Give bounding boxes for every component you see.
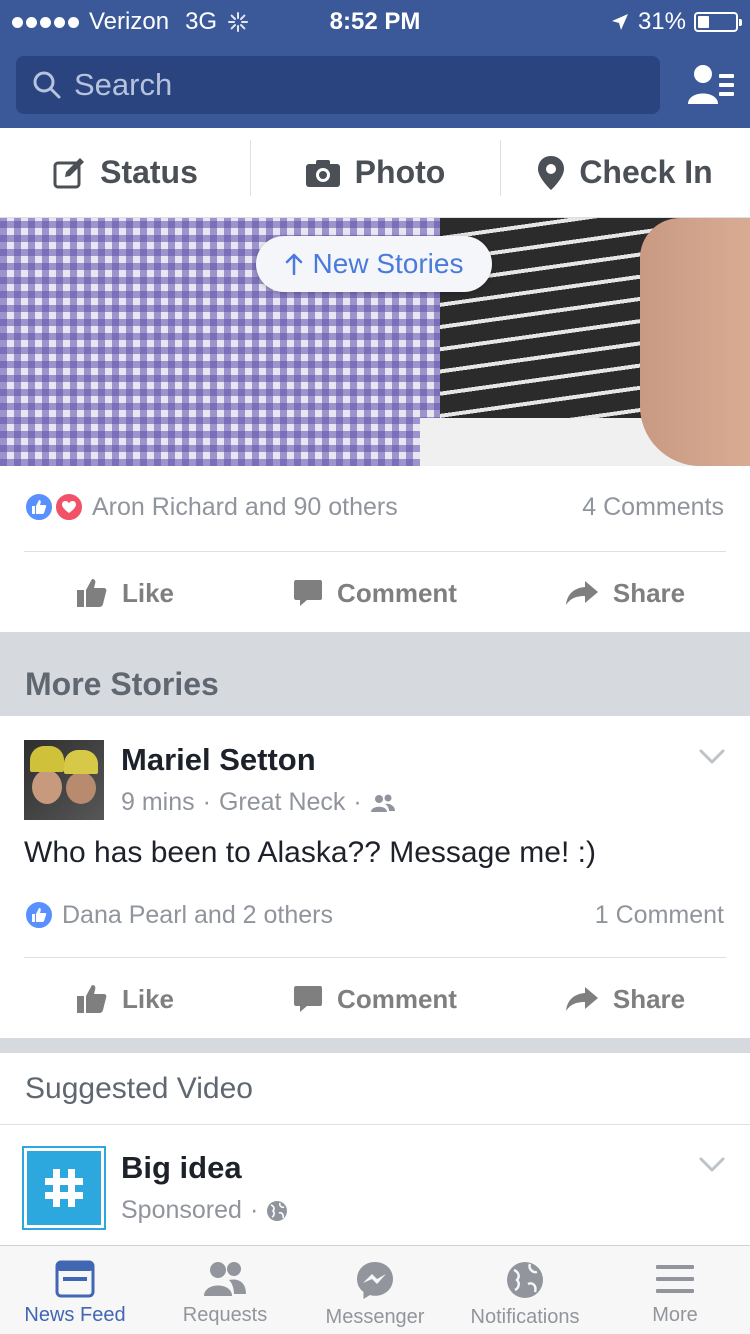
check-in-label: Check In: [579, 154, 713, 190]
menu-icon: [656, 1265, 694, 1293]
search-input[interactable]: Search: [16, 56, 660, 114]
avatar[interactable]: [24, 740, 104, 820]
post-actions: Like Comment Share: [0, 959, 750, 1039]
like-label: Like: [121, 577, 175, 608]
thumbs-up-icon: [76, 985, 107, 1013]
check-in-button[interactable]: Check In: [500, 128, 750, 217]
reactions-text: Dana Pearl and 2 others: [62, 900, 334, 929]
tab-label: Messenger: [325, 1306, 425, 1328]
hashtag-icon: [45, 1169, 83, 1207]
like-button[interactable]: Like: [0, 553, 250, 633]
photo-button[interactable]: Photo: [250, 128, 500, 217]
chevron-down-icon[interactable]: [698, 748, 726, 766]
share-button[interactable]: Share: [500, 959, 750, 1039]
status-label: Status: [100, 154, 198, 190]
like-reaction-icon: [24, 492, 54, 522]
section-separator: [0, 1038, 750, 1053]
share-label: Share: [612, 983, 686, 1014]
globe-icon: [507, 1262, 543, 1298]
comment-button[interactable]: Comment: [250, 553, 500, 633]
news-feed-icon: [55, 1260, 95, 1298]
share-button[interactable]: Share: [500, 553, 750, 633]
advertiser-name[interactable]: Big idea: [121, 1150, 242, 1186]
status-bar-right: 31%: [610, 8, 742, 36]
tab-label: More: [652, 1304, 698, 1326]
messenger-icon: [357, 1262, 393, 1299]
post-text: Who has been to Alaska?? Message me! :): [24, 836, 596, 869]
comment-button[interactable]: Comment: [250, 959, 500, 1039]
tab-more[interactable]: More: [600, 1246, 750, 1334]
suggested-video-title: Suggested Video: [25, 1072, 253, 1105]
comment-icon: [294, 580, 323, 606]
post-reactions-row: Aron Richard and 90 others 4 Comments: [24, 492, 724, 522]
friend-requests-icon: [204, 1262, 246, 1296]
tab-label: Notifications: [470, 1306, 580, 1328]
divider: [0, 1124, 750, 1125]
tab-requests[interactable]: Requests: [150, 1246, 300, 1334]
battery-percent: 31%: [637, 8, 686, 35]
tab-notifications[interactable]: Notifications: [450, 1246, 600, 1334]
thumbs-up-icon: [76, 579, 107, 607]
status-button[interactable]: Status: [0, 128, 250, 217]
post-meta: 9 mins · Great Neck ·: [121, 788, 396, 817]
separator-dot: ·: [249, 1196, 259, 1224]
battery-icon: [694, 12, 742, 32]
location-pin-icon: [538, 155, 565, 190]
tab-messenger[interactable]: Messenger: [300, 1246, 450, 1334]
like-button[interactable]: Like: [0, 959, 250, 1039]
separator-dot: ·: [353, 788, 362, 816]
more-stories-title: More Stories: [25, 666, 219, 702]
share-icon: [565, 987, 598, 1011]
post-reactions-row: Dana Pearl and 2 others 1 Comment: [24, 900, 724, 930]
post-location[interactable]: Great Neck: [219, 788, 345, 817]
battery-level: [698, 16, 709, 28]
advertiser-logo[interactable]: [22, 1146, 106, 1230]
sponsored-label: Sponsored: [121, 1196, 242, 1224]
edit-icon: [53, 157, 85, 188]
post-author[interactable]: Mariel Setton: [121, 742, 316, 778]
composer-bar: Status Photo Check In: [0, 128, 750, 218]
comment-label: Comment: [337, 983, 457, 1014]
love-reaction-icon: [54, 492, 84, 522]
search-icon: [33, 71, 61, 99]
friends-list-icon[interactable]: [686, 60, 736, 110]
post-time[interactable]: 9 mins: [121, 788, 195, 817]
tab-label: News Feed: [24, 1304, 126, 1326]
bottom-tab-bar: News Feed Requests Messenger Notificatio…: [0, 1245, 750, 1334]
top-navigation-bar: Verizon 3G 8:52 PM 31% Search: [0, 0, 750, 128]
search-placeholder: Search: [74, 67, 173, 102]
divider: [24, 551, 726, 552]
reactions-text: Aron Richard and 90 others: [92, 492, 398, 521]
reactions-summary[interactable]: Dana Pearl and 2 others: [24, 900, 333, 930]
sponsored-meta: Sponsored ·: [121, 1196, 288, 1225]
like-reaction-icon: [24, 900, 54, 930]
chevron-down-icon[interactable]: [698, 1156, 726, 1174]
status-bar: Verizon 3G 8:52 PM 31%: [0, 0, 750, 42]
share-icon: [565, 581, 598, 605]
separator-dot: ·: [202, 788, 211, 816]
camera-icon: [305, 159, 340, 187]
arrow-up-icon: [285, 253, 302, 275]
tab-label: Requests: [182, 1304, 268, 1326]
photo-label: Photo: [354, 154, 446, 190]
globe-privacy-icon: [267, 1200, 288, 1221]
comment-label: Comment: [337, 577, 457, 608]
reactions-summary[interactable]: Aron Richard and 90 others: [24, 492, 398, 522]
comments-count[interactable]: 4 Comments: [582, 493, 724, 522]
like-label: Like: [121, 983, 175, 1014]
new-stories-button[interactable]: New Stories: [256, 236, 492, 292]
new-stories-label: New Stories: [312, 248, 464, 279]
comments-count[interactable]: 1 Comment: [595, 901, 724, 930]
location-arrow-icon: [611, 14, 628, 30]
divider: [24, 957, 726, 958]
post-actions: Like Comment Share: [0, 553, 750, 633]
share-label: Share: [612, 577, 686, 608]
friends-privacy-icon: [370, 794, 395, 812]
tab-news-feed[interactable]: News Feed: [0, 1246, 150, 1334]
comment-icon: [294, 986, 323, 1012]
